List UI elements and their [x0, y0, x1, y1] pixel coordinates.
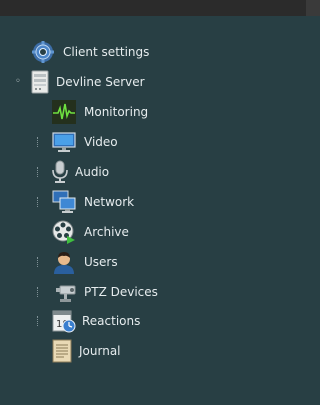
server-icon: [28, 70, 52, 94]
tree-item-label: PTZ Devices: [84, 285, 158, 299]
tree-item-network[interactable]: Network: [0, 189, 320, 215]
microphone-icon: [48, 160, 72, 184]
tree-item-client-settings[interactable]: Client settings: [0, 39, 320, 65]
calendar-clock-icon: 10: [52, 309, 76, 333]
tree-item-users[interactable]: Users: [0, 249, 320, 275]
tree-item-monitoring[interactable]: Monitoring: [0, 99, 320, 125]
collapse-toggle[interactable]: ◦: [15, 77, 21, 87]
tree-item-label: Devline Server: [56, 75, 145, 89]
document-icon: [50, 339, 74, 363]
expand-guide[interactable]: [37, 197, 39, 207]
expand-guide[interactable]: [37, 257, 39, 267]
tree-item-label: Audio: [75, 165, 110, 179]
tree-item-journal[interactable]: Journal: [0, 338, 320, 364]
ptz-camera-icon: [52, 280, 76, 304]
expand-guide[interactable]: [37, 287, 39, 297]
tree-item-label: Video: [84, 135, 118, 149]
tree-item-archive[interactable]: Archive: [0, 219, 320, 245]
network-icon: [52, 190, 76, 214]
tree-item-ptz-devices[interactable]: PTZ Devices: [0, 279, 320, 305]
tree-item-label: Client settings: [63, 45, 150, 59]
tree-item-label: Reactions: [82, 314, 141, 328]
tree-item-devline-server[interactable]: ◦ Devline Server: [0, 69, 320, 95]
tree-item-label: Archive: [84, 225, 129, 239]
expand-guide[interactable]: [37, 316, 39, 326]
settings-tree: Client settings ◦ Devline Server Monitor…: [0, 0, 320, 405]
pulse-monitor-icon: [52, 100, 76, 124]
tree-item-reactions[interactable]: 10 Reactions: [0, 308, 320, 334]
expand-guide[interactable]: [37, 137, 39, 147]
tree-item-audio[interactable]: Audio: [0, 159, 320, 185]
tree-item-label: Monitoring: [84, 105, 149, 119]
gear-icon: [31, 40, 55, 64]
film-reel-icon: [52, 220, 76, 244]
tree-item-video[interactable]: Video: [0, 129, 320, 155]
display-icon: [52, 130, 76, 154]
expand-guide[interactable]: [37, 167, 39, 177]
tree-item-label: Journal: [79, 344, 121, 358]
tree-item-label: Network: [84, 195, 135, 209]
tree-item-label: Users: [84, 255, 118, 269]
user-icon: [52, 250, 76, 274]
